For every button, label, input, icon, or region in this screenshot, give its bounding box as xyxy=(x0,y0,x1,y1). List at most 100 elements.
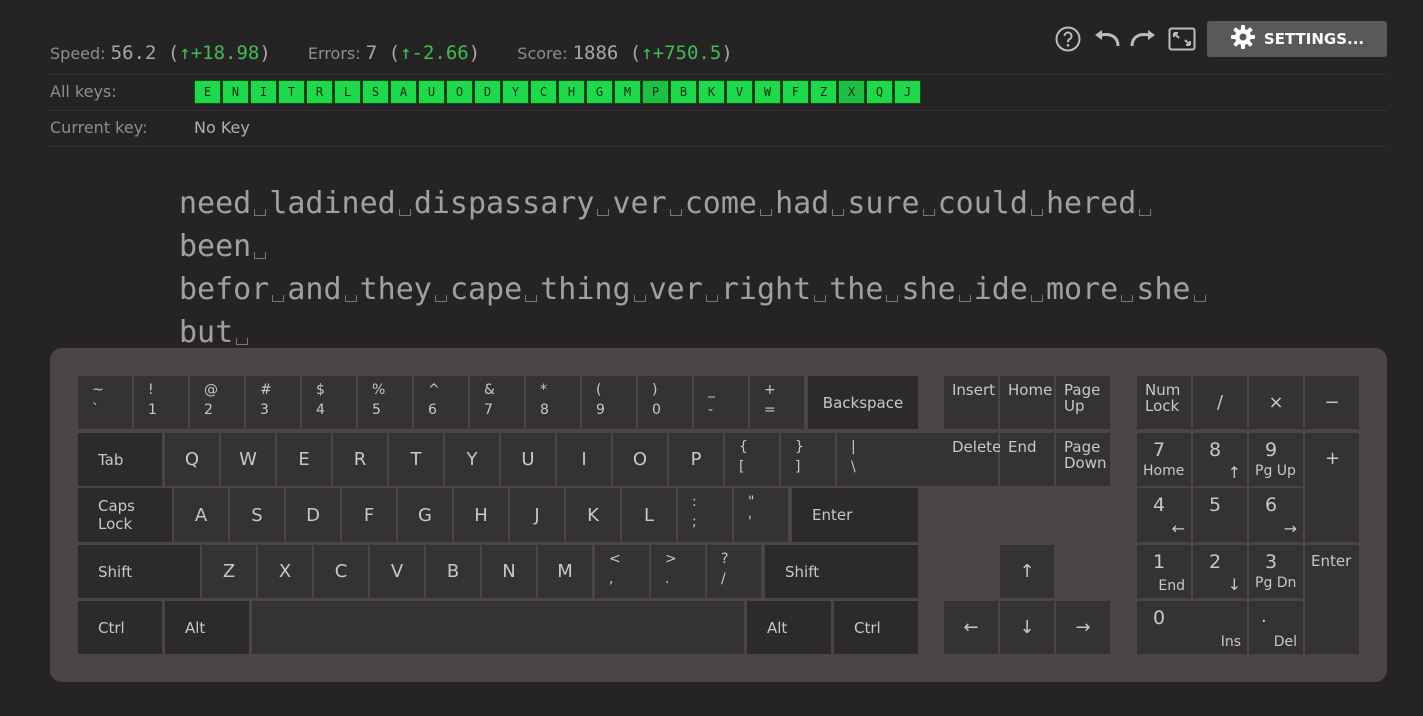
key-y[interactable]: Y xyxy=(445,433,499,486)
key-n[interactable]: N xyxy=(482,545,536,598)
key-numpad-plus[interactable]: + xyxy=(1305,433,1359,542)
key-page-down[interactable]: Page Down xyxy=(1056,433,1110,486)
errors-paren-open: ( xyxy=(377,42,401,64)
key-numpad-multiply[interactable]: × xyxy=(1249,376,1303,429)
key-home[interactable]: Home xyxy=(1000,376,1054,429)
key-page-up[interactable]: Page Up xyxy=(1056,376,1110,429)
key-arrow-left[interactable]: ← xyxy=(944,601,998,654)
speed-stat: Speed: 56.2 (↑+18.98) xyxy=(50,42,271,64)
key-e[interactable]: E xyxy=(277,433,331,486)
key-shift-right[interactable]: Shift xyxy=(765,545,918,598)
key-chip: D xyxy=(474,80,501,104)
key-q[interactable]: Q xyxy=(165,433,219,486)
key-numpad-minus[interactable]: − xyxy=(1305,376,1359,429)
key-arrow-down[interactable]: ↓ xyxy=(1000,601,1054,654)
key-k[interactable]: K xyxy=(566,488,620,542)
key-ctrl-right[interactable]: Ctrl xyxy=(834,601,918,654)
key-o[interactable]: O xyxy=(613,433,667,486)
key-chip: S xyxy=(362,80,389,104)
settings-button[interactable]: SETTINGS... xyxy=(1207,21,1387,57)
key-numpad-2[interactable]: 2 ↓ xyxy=(1193,545,1247,598)
key-m[interactable]: M xyxy=(538,545,592,598)
key-num-lock[interactable]: Num Lock xyxy=(1137,376,1191,429)
key-numpad-8[interactable]: 8 ↑ xyxy=(1193,433,1247,486)
errors-paren-close: ) xyxy=(468,42,481,64)
key-numpad-7[interactable]: 7 Home xyxy=(1137,433,1191,486)
key-i[interactable]: I xyxy=(557,433,611,486)
key-v[interactable]: V xyxy=(370,545,424,598)
key-symbol[interactable]: {[ xyxy=(725,433,779,486)
key-d[interactable]: D xyxy=(286,488,340,542)
fullscreen-icon[interactable] xyxy=(1167,24,1197,54)
key-w[interactable]: W xyxy=(221,433,275,486)
key-ctrl-left[interactable]: Ctrl xyxy=(78,601,162,654)
key-numpad-6[interactable]: 6 → xyxy=(1249,488,1303,542)
key-z[interactable]: Z xyxy=(202,545,256,598)
key-8[interactable]: * 8 xyxy=(526,376,580,429)
help-circle-icon[interactable] xyxy=(1053,24,1083,54)
practice-word: they xyxy=(360,272,450,307)
key-b[interactable]: B xyxy=(426,545,480,598)
key-1[interactable]: ! 1 xyxy=(134,376,188,429)
key-j[interactable]: J xyxy=(510,488,564,542)
space-marker xyxy=(1136,193,1154,216)
key-backspace[interactable]: Backspace xyxy=(808,376,918,429)
key-alt-right[interactable]: Alt xyxy=(747,601,831,654)
key-5[interactable]: % 5 xyxy=(358,376,412,429)
key-=[interactable]: + = xyxy=(750,376,804,429)
key-x[interactable]: X xyxy=(258,545,312,598)
key-tab[interactable]: Tab xyxy=(78,433,162,486)
key-numpad-0[interactable]: 0 Ins xyxy=(1137,601,1247,654)
key-numpad-5[interactable]: 5 xyxy=(1193,488,1247,542)
key-symbol[interactable]: }] xyxy=(781,433,835,486)
key-shift-left[interactable]: Shift xyxy=(78,545,200,598)
key-numpad-9[interactable]: 9 Pg Up xyxy=(1249,433,1303,486)
key-0[interactable]: ) 0 xyxy=(638,376,692,429)
key-enter[interactable]: Enter xyxy=(792,488,918,542)
key-3[interactable]: #3 xyxy=(246,376,300,429)
key-a[interactable]: A xyxy=(174,488,228,542)
key-symbol[interactable]: ? / xyxy=(707,545,761,598)
key-numpad-4[interactable]: 4 ← xyxy=(1137,488,1191,542)
key-arrow-up[interactable]: ↑ xyxy=(1000,545,1054,598)
key-6[interactable]: ^ 6 xyxy=(414,376,468,429)
key-t[interactable]: T xyxy=(389,433,443,486)
key-symbol[interactable]: " ' xyxy=(734,488,788,542)
word-text: they xyxy=(359,272,432,307)
key-s[interactable]: S xyxy=(230,488,284,542)
key-2[interactable]: @2 xyxy=(190,376,244,429)
key-`[interactable]: ~ ` xyxy=(78,376,132,429)
key-numpad-divide[interactable]: / xyxy=(1193,376,1247,429)
key-c[interactable]: C xyxy=(314,545,368,598)
key-symbol[interactable]: | \ xyxy=(837,433,949,486)
word-text: but xyxy=(179,315,234,350)
key-9[interactable]: (9 xyxy=(582,376,636,429)
key-end[interactable]: End xyxy=(1000,433,1054,486)
redo-icon[interactable] xyxy=(1129,24,1159,54)
key-arrow-right[interactable]: → xyxy=(1056,601,1110,654)
key-f[interactable]: F xyxy=(342,488,396,542)
key-4[interactable]: $4 xyxy=(302,376,356,429)
key-u[interactable]: U xyxy=(501,433,555,486)
key-numpad-1[interactable]: 1 End xyxy=(1137,545,1191,598)
key-delete[interactable]: Delete xyxy=(944,433,1001,486)
word-text: could xyxy=(937,186,1028,221)
key-insert[interactable]: Insert xyxy=(944,376,998,429)
key-numpad-enter[interactable]: Enter xyxy=(1305,545,1359,654)
key-numpad-3[interactable]: 3 Pg Dn xyxy=(1249,545,1303,598)
key-symbol[interactable]: >. xyxy=(651,545,705,598)
key-symbol[interactable]: :; xyxy=(678,488,732,542)
key-7[interactable]: & 7 xyxy=(470,376,524,429)
key-alt-left[interactable]: Alt xyxy=(165,601,249,654)
key-r[interactable]: R xyxy=(333,433,387,486)
key--[interactable]: _ - xyxy=(694,376,748,429)
key-h[interactable]: H xyxy=(454,488,508,542)
key-space[interactable] xyxy=(252,601,744,654)
key-g[interactable]: G xyxy=(398,488,452,542)
key-symbol[interactable]: <, xyxy=(595,545,649,598)
key-caps-lock[interactable]: Caps Lock xyxy=(78,488,172,542)
key-l[interactable]: L xyxy=(622,488,676,542)
undo-icon[interactable] xyxy=(1091,24,1121,54)
key-numpad-decimal[interactable]: . Del xyxy=(1249,601,1303,654)
key-p[interactable]: P xyxy=(669,433,723,486)
